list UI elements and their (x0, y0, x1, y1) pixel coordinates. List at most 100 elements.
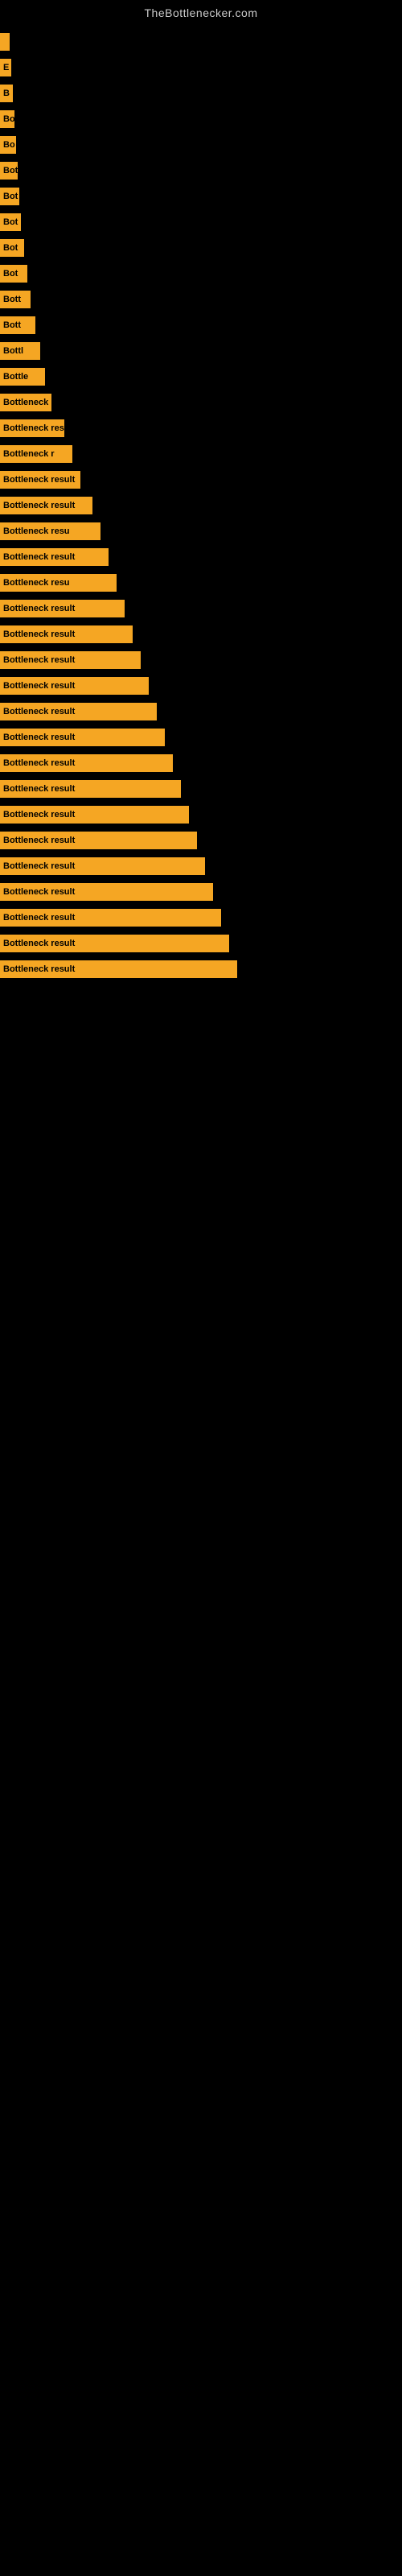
bar-item: Bottleneck resu (0, 419, 64, 437)
bar-label: B (3, 89, 10, 98)
bars-container: E B Bo Bo Bot Bot Bot Bot Bot Bott Bott Bottl Bottle… (0, 23, 402, 984)
bar-item: Bottleneck result (0, 832, 197, 849)
bar-row: Bottleneck result (0, 906, 402, 929)
page-wrapper: TheBottlenecker.com E B Bo Bo Bot Bot Bot Bot Bo… (0, 0, 402, 984)
bar-item: Bottl (0, 342, 40, 360)
bar-item: Bottleneck result (0, 651, 141, 669)
bar-item: Bottleneck resu (0, 574, 117, 592)
bar-row: Bottleneck result (0, 829, 402, 852)
bar-item: Bottleneck result (0, 857, 205, 875)
bar-row: Bottleneck result (0, 649, 402, 671)
bar-item: Bottleneck result (0, 935, 229, 952)
bar-label: E (3, 63, 9, 72)
bar-item: Bottleneck result (0, 883, 213, 901)
bar-row: Bottleneck result (0, 932, 402, 955)
bar-row: Bottleneck result (0, 597, 402, 620)
bar-item: Bottleneck resu (0, 522, 100, 540)
bar-label: Bottleneck result (3, 939, 75, 948)
bar-row: Bottleneck result (0, 855, 402, 877)
bar-item: Bot (0, 162, 18, 180)
bar-item: Bot (0, 239, 24, 257)
bar-row: Bottleneck result (0, 803, 402, 826)
bar-row: Bottleneck result (0, 675, 402, 697)
bar-item: Bottleneck result (0, 600, 125, 617)
bar-label: Bottleneck result (3, 475, 75, 485)
bar-row: Bottleneck result (0, 623, 402, 646)
bar-item: Bot (0, 213, 21, 231)
bar-label: Bottle (3, 372, 28, 382)
bar-label: Bot (3, 166, 18, 175)
bar-label: Bottleneck result (3, 913, 75, 923)
bar-item: Bottleneck result (0, 754, 173, 772)
bar-item: Bottleneck result (0, 703, 157, 720)
bar-row: Bot (0, 262, 402, 285)
bar-label: Bottleneck result (3, 501, 75, 510)
bar-label: Bottleneck result (3, 861, 75, 871)
bar-label: Bottleneck result (3, 810, 75, 819)
bar-row: Bottleneck result (0, 752, 402, 774)
bar-row: Bottleneck (0, 391, 402, 414)
bar-item: Bo (0, 110, 14, 128)
bar-row: Bottleneck result (0, 700, 402, 723)
bar-row: Bottle (0, 365, 402, 388)
bar-row: Bottleneck result (0, 546, 402, 568)
bar-item (0, 33, 10, 51)
bar-label: Bottleneck resu (3, 578, 70, 588)
bar-item: Bottleneck result (0, 780, 181, 798)
bar-label: Bottleneck result (3, 655, 75, 665)
bar-label: Bottleneck result (3, 836, 75, 845)
bar-label: Bot (3, 217, 18, 227)
bar-row: Bottleneck result (0, 494, 402, 517)
bar-row: Bot (0, 185, 402, 208)
bar-item: Bottleneck result (0, 548, 109, 566)
bar-row: Bot (0, 237, 402, 259)
bar-item: Bottleneck result (0, 960, 237, 978)
bar-row: Bottl (0, 340, 402, 362)
bar-item: Bott (0, 291, 31, 308)
bar-label: Bo (3, 140, 15, 150)
bar-label: Bottleneck result (3, 707, 75, 716)
bar-row: Bottleneck result (0, 881, 402, 903)
bar-item: Bo (0, 136, 16, 154)
bar-label: Bot (3, 269, 18, 279)
bar-item: Bot (0, 265, 27, 283)
bar-label: Bottleneck result (3, 681, 75, 691)
bar-label: Bottleneck result (3, 630, 75, 639)
bar-row: Bot (0, 211, 402, 233)
bar-item: Bot (0, 188, 19, 205)
bar-label: Bottleneck result (3, 758, 75, 768)
bar-row: Bottleneck result (0, 778, 402, 800)
bar-item: Bottleneck result (0, 497, 92, 514)
bar-row: Bottleneck r (0, 443, 402, 465)
bar-label: Bottleneck result (3, 887, 75, 897)
bar-row: B (0, 82, 402, 105)
bar-row: Bot (0, 159, 402, 182)
bar-row: Bott (0, 288, 402, 311)
site-title: TheBottlenecker.com (0, 0, 402, 23)
bar-item: Bottle (0, 368, 45, 386)
bar-row: E (0, 56, 402, 79)
bar-item: Bott (0, 316, 35, 334)
bar-item: Bottleneck result (0, 471, 80, 489)
bar-row: Bo (0, 108, 402, 130)
bar-row: Bottleneck resu (0, 520, 402, 543)
bar-label: Bottleneck (3, 398, 48, 407)
bar-item: B (0, 85, 13, 102)
bar-label: Bott (3, 295, 21, 304)
bar-label: Bott (3, 320, 21, 330)
bar-row: Bottleneck resu (0, 572, 402, 594)
bar-label: Bottl (3, 346, 23, 356)
bar-row: Bottleneck resu (0, 417, 402, 440)
bar-item: E (0, 59, 11, 76)
bar-label: Bottleneck result (3, 733, 75, 742)
bar-item: Bottleneck result (0, 625, 133, 643)
bar-row: Bott (0, 314, 402, 336)
bar-row: Bottleneck result (0, 726, 402, 749)
bar-label: Bottleneck r (3, 449, 55, 459)
bar-item: Bottleneck result (0, 806, 189, 824)
bar-label: Bot (3, 243, 18, 253)
bar-label: Bottleneck result (3, 552, 75, 562)
bar-label: Bottleneck result (3, 784, 75, 794)
bar-item: Bottleneck r (0, 445, 72, 463)
bar-label: Bottleneck result (3, 964, 75, 974)
